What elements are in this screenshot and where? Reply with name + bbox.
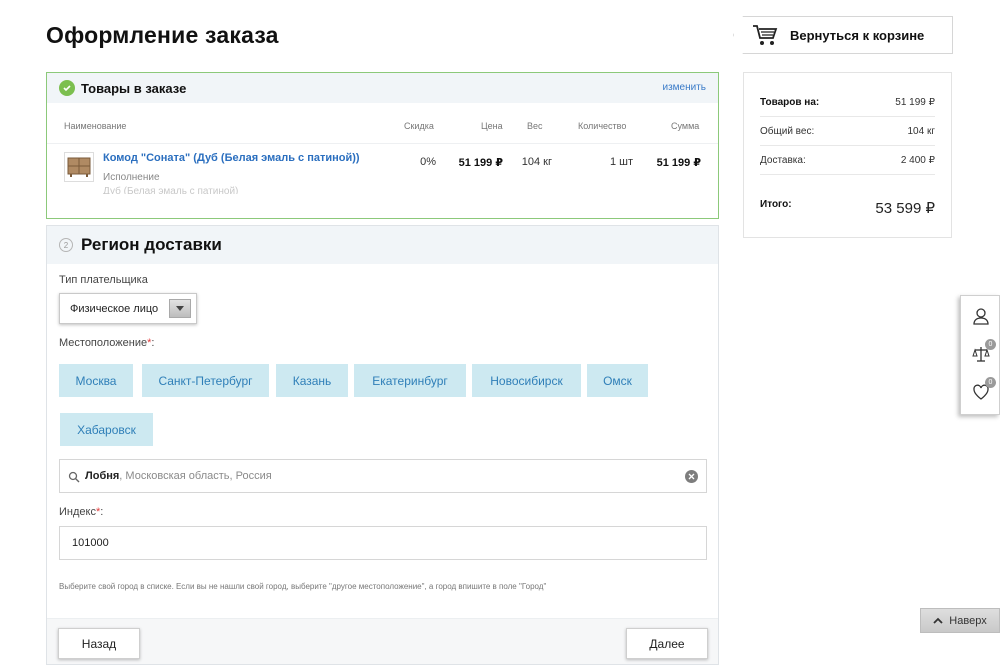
summary-total-label: Итого: [760, 199, 792, 210]
check-icon [59, 80, 75, 96]
favorites-badge: 0 [985, 377, 996, 388]
region-section: 2 Регион доставки Тип плательщика Физиче… [46, 225, 719, 665]
city-button[interactable]: Новосибирск [472, 364, 581, 397]
product-weight: 104 кг [521, 156, 552, 168]
zip-label: Индекс*: [59, 506, 104, 518]
side-toolbar: 0 0 [960, 295, 1000, 415]
scroll-to-top-label: Наверх [949, 614, 987, 627]
payer-type-select[interactable]: Физическое лицо [59, 293, 197, 324]
goods-section: Товары в заказе изменить Наименование Ск… [46, 72, 719, 219]
summary-delivery-label: Доставка: [760, 155, 806, 166]
search-icon [68, 470, 80, 483]
region-footer: Назад Далее [47, 618, 718, 664]
chevron-down-icon [169, 299, 191, 318]
zip-input[interactable]: 101000 [59, 526, 707, 560]
city-button[interactable]: Санкт-Петербург [142, 364, 269, 397]
order-summary: Товаров на: 51 199 ₽ Общий вес: 104 кг Д… [743, 72, 952, 238]
location-rest: , Московская область, Россия [119, 470, 272, 482]
product-discount: 0% [420, 156, 436, 168]
goods-header: Товары в заказе изменить [47, 73, 718, 103]
summary-goods-value: 51 199 ₽ [895, 97, 935, 108]
chevron-up-icon [933, 615, 943, 627]
payer-type-label: Тип плательщика [59, 274, 148, 286]
summary-weight-label: Общий вес: [760, 126, 815, 137]
city-button[interactable]: Омск [587, 364, 648, 397]
goods-title: Товары в заказе [81, 80, 187, 96]
summary-total-value: 53 599 ₽ [875, 200, 935, 217]
back-button[interactable]: Назад [58, 628, 140, 659]
product-thumbnail[interactable] [64, 152, 94, 182]
product-option-label: Исполнение [103, 172, 160, 183]
region-header: 2 Регион доставки [47, 226, 718, 264]
product-sum: 51 199 ₽ [656, 157, 701, 169]
city-button[interactable]: Хабаровск [60, 413, 153, 446]
table-row: Комод "Соната" (Дуб (Белая эмаль с патин… [47, 143, 718, 220]
summary-delivery-row: Доставка: 2 400 ₽ [760, 147, 935, 175]
scales-icon[interactable]: 0 [969, 339, 996, 366]
scroll-to-top-button[interactable]: Наверх [920, 608, 1000, 633]
city-button[interactable]: Екатеринбург [354, 364, 466, 397]
city-button[interactable]: Казань [276, 364, 348, 397]
summary-delivery-value: 2 400 ₽ [900, 155, 935, 166]
product-option-value: Дуб (Белая эмаль с патиной) [103, 186, 239, 194]
city-button[interactable]: Москва [59, 364, 133, 397]
clear-icon[interactable] [685, 470, 698, 483]
col-quantity: Количество [578, 121, 627, 131]
summary-weight-value: 104 кг [907, 126, 936, 137]
location-city: Лобня [85, 470, 120, 482]
back-to-cart-button[interactable]: Вернуться к корзине [733, 16, 953, 54]
page-title: Оформление заказа [46, 22, 279, 48]
summary-goods-label: Товаров на: [760, 97, 820, 108]
location-hint: Выберите свой город в списке. Если вы не… [59, 582, 547, 591]
col-name: Наименование [64, 121, 127, 131]
payer-type-value: Физическое лицо [70, 302, 159, 315]
summary-weight-row: Общий вес: 104 кг [760, 118, 935, 146]
product-price: 51 199 ₽ [458, 157, 503, 169]
heart-icon[interactable]: 0 [969, 377, 996, 404]
col-sum: Сумма [671, 121, 700, 131]
change-goods-link[interactable]: изменить [662, 82, 706, 93]
back-to-cart-label: Вернуться к корзине [790, 27, 925, 43]
location-input[interactable]: Лобня , Московская область, Россия [59, 459, 707, 493]
next-button[interactable]: Далее [626, 628, 708, 659]
cart-icon [752, 22, 778, 48]
user-icon[interactable] [969, 304, 993, 328]
col-price: Цена [481, 121, 503, 131]
step-number: 2 [59, 238, 73, 252]
product-name-link[interactable]: Комод "Соната" (Дуб (Белая эмаль с патин… [103, 152, 360, 164]
location-label: Местоположение*: [59, 337, 155, 349]
summary-goods-row: Товаров на: 51 199 ₽ [760, 89, 935, 117]
col-discount: Скидка [404, 121, 434, 131]
compare-badge: 0 [985, 339, 996, 350]
col-weight: Вес [527, 121, 543, 131]
region-title: Регион доставки [81, 235, 222, 254]
product-quantity: 1 шт [609, 156, 633, 168]
